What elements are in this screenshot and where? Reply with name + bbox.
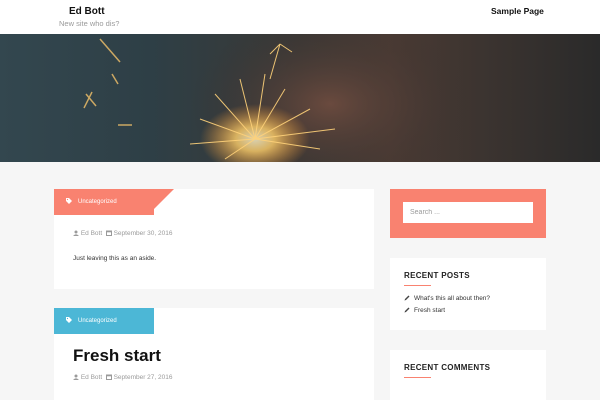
category-label: Uncategorized [78,199,117,205]
post-date[interactable]: September 27, 2016 [114,374,173,381]
post-date[interactable]: September 30, 2016 [114,230,173,237]
search-input[interactable] [403,202,533,223]
post-card: Uncategorized Fresh start Ed Bott Septem… [54,308,374,400]
category-label: Uncategorized [78,318,117,324]
tag-icon [66,317,72,323]
widget-divider [404,377,431,378]
category-tag[interactable]: Uncategorized [54,189,154,215]
post-author[interactable]: Ed Bott [81,230,102,237]
user-icon [73,374,79,380]
recent-post-item[interactable]: What's this all about then? [404,293,490,305]
calendar-icon [105,230,112,236]
widget-title: RECENT COMMENTS [404,363,491,372]
header-image [0,34,600,162]
calendar-icon [105,374,112,380]
tag-flag [134,308,154,328]
widget-divider [404,285,431,286]
search-widget [390,189,546,238]
recent-post-link[interactable]: What's this all about then? [414,295,490,302]
tag-flag [154,189,174,209]
pencil-icon [404,295,410,301]
recent-posts-widget: RECENT POSTS What's this all about then?… [390,258,546,330]
recent-posts-list: What's this all about then? Fresh start [404,293,490,317]
post-excerpt: Just leaving this as an aside. [73,255,157,262]
post-title[interactable]: Fresh start [73,346,161,366]
site-header: Ed Bott New site who dis? Sample Page [0,0,600,34]
pencil-icon [404,307,410,313]
recent-comments-widget: RECENT COMMENTS [390,350,546,400]
site-title[interactable]: Ed Bott [69,6,105,17]
post-author[interactable]: Ed Bott [81,374,102,381]
nav-link-sample-page[interactable]: Sample Page [491,6,544,16]
sparkler-photo [83,34,470,162]
recent-post-link[interactable]: Fresh start [414,307,445,314]
post-card: Uncategorized Ed Bott September 30, 2016… [54,189,374,289]
tag-icon [66,198,72,204]
user-icon [73,230,79,236]
recent-post-item[interactable]: Fresh start [404,305,490,317]
post-meta: Ed Bott September 27, 2016 [73,374,172,381]
widget-title: RECENT POSTS [404,271,470,280]
site-description: New site who dis? [59,19,120,28]
post-meta: Ed Bott September 30, 2016 [73,230,172,237]
